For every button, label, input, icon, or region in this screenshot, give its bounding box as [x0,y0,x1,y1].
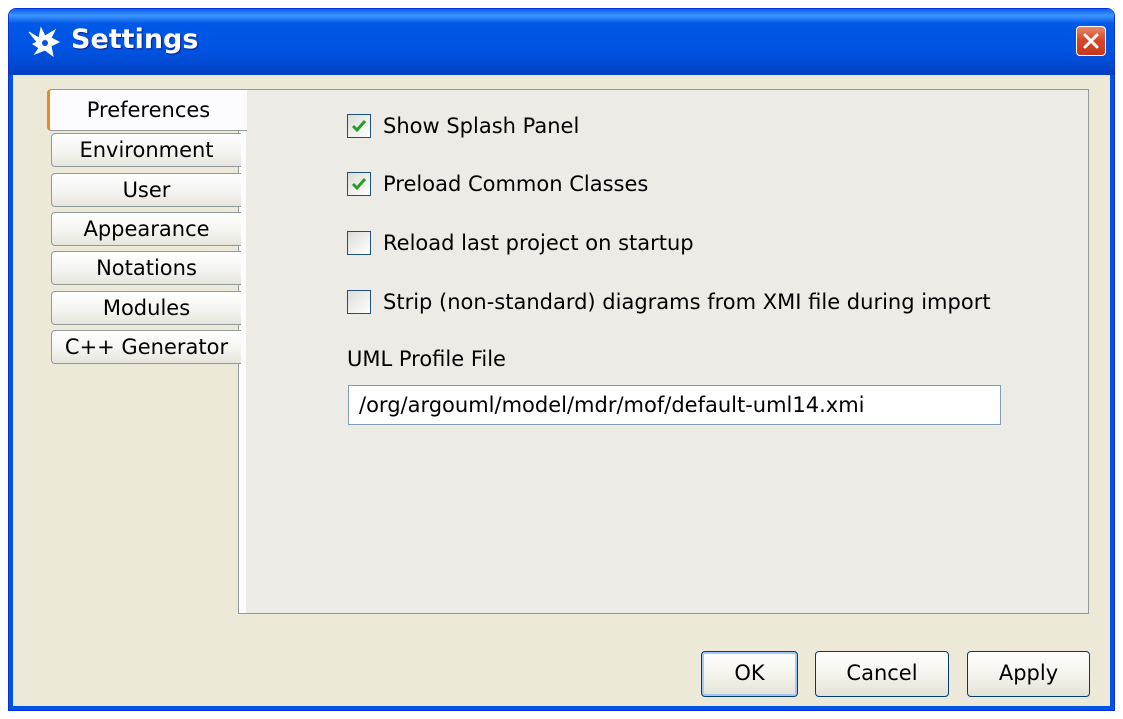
cancel-button[interactable]: Cancel [815,651,949,697]
close-icon [1083,33,1099,49]
show-splash-label: Show Splash Panel [383,114,580,138]
tab-appearance[interactable]: Appearance [51,212,241,246]
preload-classes-checkbox[interactable] [347,172,371,196]
title-bar[interactable]: Settings [9,9,1114,75]
argouml-logo-icon [28,26,61,58]
tab-modules[interactable]: Modules [51,291,241,325]
window-frame-right [1110,75,1114,710]
tab-environment[interactable]: Environment [51,133,241,167]
checkmark-icon [351,178,367,191]
window-frame-bottom [9,706,1114,710]
uml-profile-file-label: UML Profile File [347,347,506,371]
settings-dialog: Settings Preferences Environment User Ap… [8,8,1115,711]
tab-notations[interactable]: Notations [51,251,241,285]
reload-last-project-checkbox[interactable] [347,231,371,255]
tab-user[interactable]: User [51,173,241,207]
uml-profile-file-input[interactable] [348,385,1001,425]
close-button[interactable] [1076,26,1106,56]
preload-classes-label: Preload Common Classes [383,172,649,196]
window-frame-left [9,75,13,710]
strip-diagrams-label: Strip (non-standard) diagrams from XMI f… [383,290,991,314]
ok-button[interactable]: OK [701,651,798,697]
strip-diagrams-checkbox[interactable] [347,290,371,314]
tab-preferences[interactable]: Preferences [47,89,247,131]
checkmark-icon [351,120,367,133]
apply-button[interactable]: Apply [967,651,1090,697]
tab-cpp-generator[interactable]: C++ Generator [51,330,241,364]
reload-last-project-label: Reload last project on startup [383,231,694,255]
show-splash-checkbox[interactable] [347,114,371,138]
window-title: Settings [71,24,199,55]
